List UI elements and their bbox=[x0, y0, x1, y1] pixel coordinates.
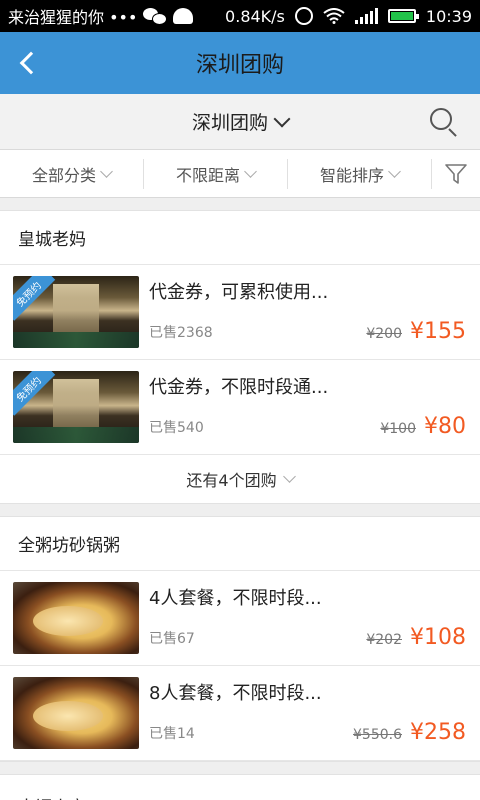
deal-price: ¥108 bbox=[410, 625, 466, 650]
title-bar: 深圳团购 bbox=[0, 32, 480, 94]
no-reservation-badge: 免预约 bbox=[13, 371, 56, 416]
deal-title: 代金券，可累积使用... bbox=[149, 282, 329, 303]
deal-item[interactable]: 免预约 代金券，可累积使用... 已售2368 ¥200 ¥155 bbox=[0, 265, 480, 360]
chevron-down-icon bbox=[273, 110, 291, 127]
shop-section: 全粥坊砂锅粥 4人套餐，不限时段... 已售67 ¥202 ¥108 8人套餐，… bbox=[0, 516, 480, 762]
filter-bar: 全部分类 不限距离 智能排序 bbox=[0, 150, 480, 198]
section-gap bbox=[0, 504, 480, 516]
filter-category-label: 全部分类 bbox=[31, 165, 96, 185]
deal-item[interactable]: 免预约 代金券，不限时段通... 已售540 ¥100 ¥80 bbox=[0, 360, 480, 455]
more-deals-button[interactable]: 还有4个团购 bbox=[0, 455, 480, 503]
chevron-down-icon bbox=[244, 164, 257, 178]
deal-thumbnail bbox=[13, 677, 139, 749]
deal-thumbnail bbox=[13, 582, 139, 654]
deal-price: ¥258 bbox=[410, 720, 466, 745]
page-title: 深圳团购 bbox=[195, 53, 284, 78]
deal-title: 8人套餐，不限时段... bbox=[149, 683, 322, 704]
filter-sort[interactable]: 智能排序 bbox=[288, 158, 432, 189]
filter-sort-label: 智能排序 bbox=[319, 165, 384, 185]
filter-funnel-button[interactable] bbox=[432, 150, 480, 198]
filter-distance[interactable]: 不限距离 bbox=[144, 158, 288, 189]
deal-title: 代金券，不限时段通... bbox=[149, 377, 329, 398]
deal-thumbnail: 免预约 bbox=[13, 371, 139, 443]
original-price: ¥202 bbox=[366, 632, 402, 648]
sold-count: 已售540 bbox=[149, 420, 204, 436]
no-reservation-badge: 免预约 bbox=[13, 276, 56, 321]
sold-count: 已售67 bbox=[149, 631, 195, 647]
chevron-down-icon bbox=[388, 164, 401, 178]
signal-icon bbox=[354, 8, 378, 24]
city-bar: 深圳团购 bbox=[0, 94, 480, 150]
deal-item[interactable]: 8人套餐，不限时段... 已售14 ¥550.6 ¥258 bbox=[0, 666, 480, 761]
deal-thumbnail: 免预约 bbox=[13, 276, 139, 348]
android-icon bbox=[173, 8, 194, 24]
wechat-icon bbox=[143, 8, 168, 25]
deal-price: ¥80 bbox=[424, 414, 466, 439]
section-gap bbox=[0, 762, 480, 774]
notification-text: 来治猩猩的你 ••• bbox=[8, 8, 138, 27]
more-deals-label: 还有4个团购 bbox=[186, 471, 277, 490]
battery-icon bbox=[387, 9, 419, 23]
shop-name[interactable]: 皇城老妈 bbox=[0, 211, 480, 265]
alarm-icon bbox=[294, 7, 313, 25]
wifi-icon bbox=[323, 8, 345, 24]
filter-distance-label: 不限距离 bbox=[175, 165, 240, 185]
sold-count: 已售14 bbox=[149, 726, 195, 742]
sold-count: 已售2368 bbox=[149, 325, 213, 341]
shop-section: 皇城老妈 免预约 代金券，可累积使用... 已售2368 ¥200 ¥155 免… bbox=[0, 210, 480, 504]
original-price: ¥550.6 bbox=[353, 727, 402, 743]
deal-item[interactable]: 4人套餐，不限时段... 已售67 ¥202 ¥108 bbox=[0, 571, 480, 666]
status-bar: 来治猩猩的你 ••• 0.84K/s 10:39 bbox=[0, 0, 480, 32]
filter-category[interactable]: 全部分类 bbox=[0, 158, 144, 189]
deal-price: ¥155 bbox=[410, 319, 466, 344]
shop-name[interactable]: 全粥坊砂锅粥 bbox=[0, 517, 480, 571]
funnel-icon bbox=[445, 163, 467, 184]
chevron-left-icon bbox=[19, 51, 43, 75]
network-speed: 0.84K/s bbox=[225, 6, 285, 26]
shop-name[interactable]: 大福小宝 bbox=[0, 775, 480, 800]
search-button[interactable] bbox=[428, 106, 460, 138]
shop-section: 大福小宝 bbox=[0, 774, 480, 800]
chevron-down-icon bbox=[282, 470, 296, 483]
section-gap bbox=[0, 198, 480, 210]
screen: 来治猩猩的你 ••• 0.84K/s 10:39 深圳团购 深圳团购 全部分类 … bbox=[0, 0, 480, 800]
city-label: 深圳团购 bbox=[191, 112, 268, 134]
deal-title: 4人套餐，不限时段... bbox=[149, 588, 322, 609]
chevron-down-icon bbox=[100, 164, 113, 178]
clock: 10:39 bbox=[425, 6, 472, 26]
original-price: ¥200 bbox=[366, 326, 402, 342]
city-selector[interactable]: 深圳团购 bbox=[191, 108, 291, 135]
original-price: ¥100 bbox=[380, 421, 416, 437]
back-button[interactable] bbox=[0, 32, 56, 94]
